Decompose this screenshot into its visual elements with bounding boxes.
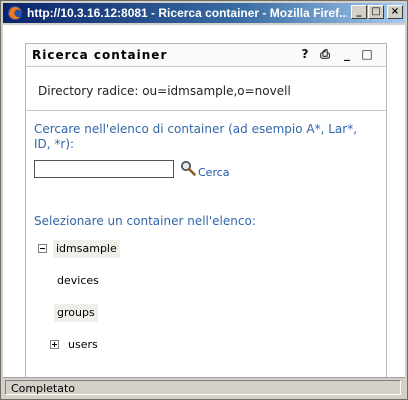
status-text: Completato [11, 382, 76, 395]
root-directory-text: Directory radice: ou=idmsample,o=novell [38, 84, 291, 98]
window-minimize-button[interactable]: _ [351, 5, 367, 19]
status-bar: Completato [3, 377, 405, 398]
search-button[interactable]: Cerca [198, 166, 230, 179]
firefox-icon [8, 6, 22, 20]
expand-icon[interactable] [50, 339, 59, 349]
window-title: http://10.3.16.12:8081 - Ricerca contain… [27, 6, 347, 20]
tree-item-idmsample[interactable]: idmsample [38, 240, 120, 258]
collapse-icon[interactable] [38, 243, 47, 253]
panel-title: Ricerca container [32, 48, 168, 62]
tree-item-users[interactable]: users [50, 336, 101, 354]
page-content: Ricerca container ? ⎙ _ □ Directory radi… [3, 25, 405, 377]
help-icon[interactable]: ? [298, 47, 312, 61]
panel-minimize-icon[interactable]: _ [340, 47, 354, 61]
search-prompt: Cercare nell'elenco di container (ad ese… [34, 122, 358, 151]
tree-item-label[interactable]: groups [54, 304, 98, 322]
search-input[interactable] [34, 160, 174, 178]
window-maximize-button[interactable]: □ [368, 5, 384, 19]
window-close-button[interactable]: × [387, 5, 403, 19]
select-container-prompt: Selezionare un container nell'elenco: [34, 214, 256, 228]
tree-item-groups[interactable]: groups [54, 304, 98, 322]
divider [26, 110, 386, 111]
tree-item-label[interactable]: devices [54, 272, 102, 290]
panel-header: Ricerca container ? ⎙ _ □ [26, 44, 386, 67]
tree-item-label[interactable]: users [65, 336, 101, 354]
panel-maximize-icon[interactable]: □ [360, 47, 374, 61]
title-bar[interactable]: http://10.3.16.12:8081 - Ricerca contain… [3, 3, 405, 23]
tree-item-label[interactable]: idmsample [53, 240, 120, 258]
tree-item-devices[interactable]: devices [54, 272, 102, 290]
magnifier-icon[interactable] [180, 160, 196, 176]
browser-window: http://10.3.16.12:8081 - Ricerca contain… [0, 0, 408, 400]
container-search-panel: Ricerca container ? ⎙ _ □ Directory radi… [25, 43, 387, 377]
print-icon[interactable]: ⎙ [318, 47, 332, 61]
